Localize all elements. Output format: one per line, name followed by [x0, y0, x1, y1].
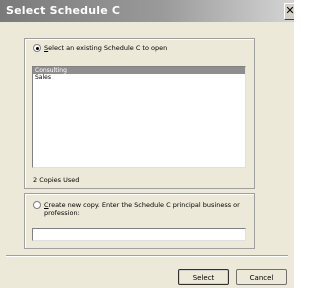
copies-used-text: 2 Copies Used — [33, 176, 80, 184]
close-icon: ✕ — [285, 4, 294, 17]
select-button[interactable]: Select — [178, 269, 229, 285]
list-item-consulting[interactable]: Consulting — [33, 67, 245, 74]
principal-business-input[interactable] — [32, 228, 246, 241]
dialog-title: Select Schedule C — [6, 4, 121, 17]
close-button[interactable]: ✕ — [284, 3, 294, 20]
create-radio-option[interactable]: Create new copy. Enter the Schedule C pr… — [33, 201, 240, 217]
create-radio-label: Create new copy. Enter the Schedule C pr… — [44, 201, 240, 217]
select-schedule-c-dialog: Select Schedule C ✕ Select an existing S… — [0, 0, 294, 288]
existing-radio-label: Select an existing Schedule C to open — [44, 44, 168, 52]
schedule-c-listbox[interactable]: Consulting Sales — [32, 66, 246, 168]
button-separator — [6, 255, 288, 257]
existing-radio-button[interactable] — [33, 44, 41, 52]
title-bar[interactable]: Select Schedule C ✕ — [0, 0, 294, 22]
cancel-button[interactable]: Cancel — [236, 269, 287, 285]
create-radio-button[interactable] — [33, 201, 41, 209]
list-item-sales[interactable]: Sales — [33, 74, 245, 81]
existing-radio-option[interactable]: Select an existing Schedule C to open — [33, 44, 167, 52]
